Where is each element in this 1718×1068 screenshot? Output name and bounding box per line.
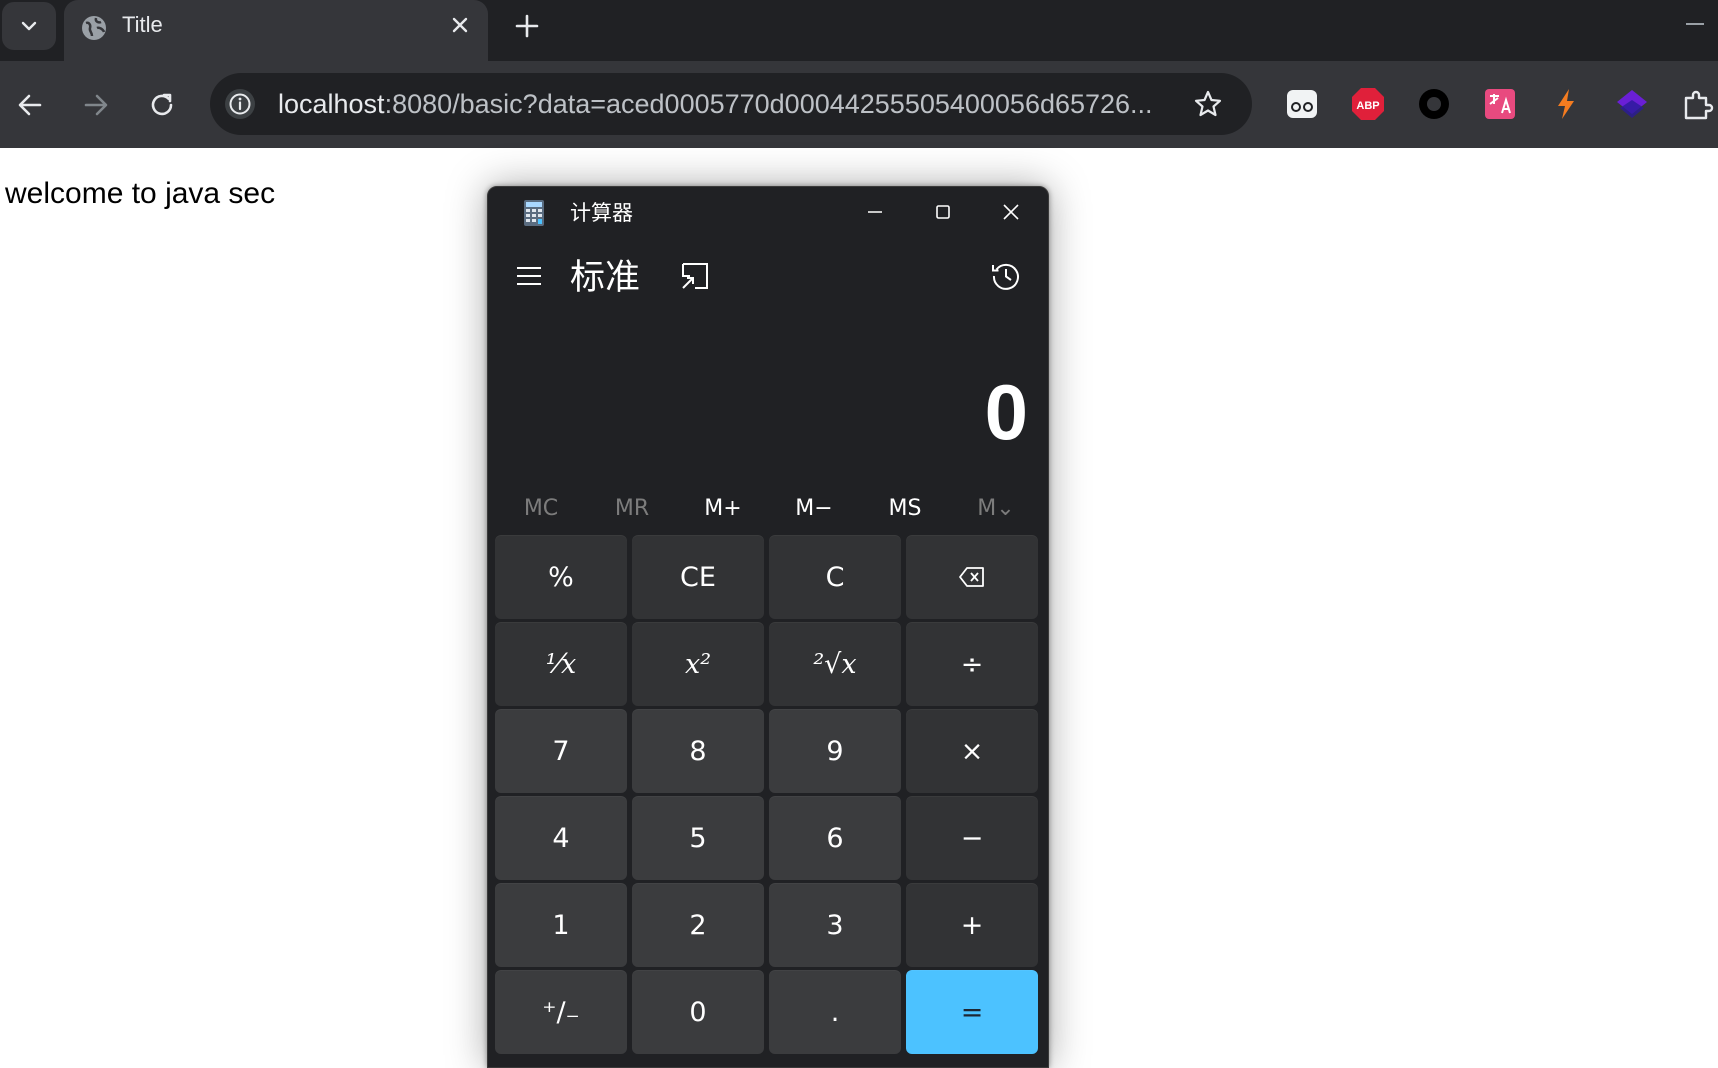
digit-4-button[interactable]: 4 [495,796,627,880]
globe-icon [82,16,106,40]
lightning-icon[interactable] [1548,86,1584,122]
url-host: localhost [278,89,385,119]
close-icon[interactable] [996,197,1026,227]
browser-tabstrip: Title [0,0,1718,61]
maximize-icon[interactable] [928,197,958,227]
digit-6-button[interactable]: 6 [769,796,901,880]
add-button[interactable]: + [906,883,1038,967]
browser-tab[interactable]: Title [64,0,488,61]
close-tab-icon[interactable] [448,13,472,37]
multiply-button[interactable]: × [906,709,1038,793]
url-path: :8080/basic?data=aced0005770d00044255505… [384,89,1153,119]
layers-icon[interactable] [1614,86,1650,122]
digit-7-button[interactable]: 7 [495,709,627,793]
digit-9-button[interactable]: 9 [769,709,901,793]
memory-recall-button[interactable]: MR [587,487,677,531]
keep-on-top-icon[interactable] [678,259,712,293]
puzzle-icon[interactable] [1680,86,1716,122]
memory-list-button[interactable]: M⌄ [951,487,1041,531]
memory-subtract-button[interactable]: M− [769,487,859,531]
calculator-window: 计算器 标准 0 MC MR M+ M− MS M⌄ % CE C ¹⁄x x²… [487,186,1049,1068]
back-arrow-icon[interactable] [12,87,48,123]
reload-icon[interactable] [144,87,180,123]
window-minimize-icon[interactable] [1680,14,1710,34]
memory-clear-button[interactable]: MC [496,487,586,531]
divide-button[interactable]: ÷ [906,622,1038,706]
decimal-button[interactable]: . [769,970,901,1054]
url-text[interactable]: localhost:8080/basic?data=aced0005770d00… [278,73,1153,135]
square-button[interactable]: x² [632,622,764,706]
result-display: 0 [984,368,1028,456]
digit-2-button[interactable]: 2 [632,883,764,967]
digit-1-button[interactable]: 1 [495,883,627,967]
mode-title: 标准 [570,258,641,298]
abp-label: ABP [1356,100,1379,112]
abp-icon[interactable]: ABP [1350,86,1386,122]
backspace-icon [959,567,984,587]
forward-arrow-icon[interactable] [78,87,114,123]
subtract-button[interactable]: − [906,796,1038,880]
percent-button[interactable]: % [495,535,627,619]
backspace-button[interactable] [906,535,1038,619]
memory-row: MC MR M+ M− MS M⌄ [496,487,1040,531]
square-root-button[interactable]: ²√x [769,622,901,706]
memory-store-button[interactable]: MS [860,487,950,531]
hamburger-menu-icon[interactable] [514,261,544,291]
calculator-app-icon [524,200,544,226]
history-icon[interactable] [989,259,1023,293]
digit-3-button[interactable]: 3 [769,883,901,967]
digit-0-button[interactable]: 0 [632,970,764,1054]
site-info-icon[interactable] [224,88,256,120]
address-bar[interactable]: localhost:8080/basic?data=aced0005770d00… [210,73,1252,135]
translate-icon[interactable] [1482,86,1518,122]
glasses-icon[interactable] [1284,86,1320,122]
clear-button[interactable]: C [769,535,901,619]
circle-icon[interactable] [1416,86,1452,122]
welcome-text: welcome to java sec [5,177,276,210]
digit-8-button[interactable]: 8 [632,709,764,793]
digit-5-button[interactable]: 5 [632,796,764,880]
tab-search-button[interactable] [2,2,56,50]
memory-add-button[interactable]: M+ [678,487,768,531]
calculator-title: 计算器 [570,201,633,225]
negate-button[interactable]: ⁺∕₋ [495,970,627,1054]
new-tab-icon[interactable] [512,11,542,41]
bookmark-star-icon[interactable] [1192,88,1224,120]
tab-title: Title [122,12,163,37]
reciprocal-button[interactable]: ¹⁄x [495,622,627,706]
equals-button[interactable]: = [906,970,1038,1054]
browser-toolbar: localhost:8080/basic?data=aced0005770d00… [0,61,1718,148]
chevron-down-icon [21,21,37,31]
clear-entry-button[interactable]: CE [632,535,764,619]
minimize-icon[interactable] [860,197,890,227]
